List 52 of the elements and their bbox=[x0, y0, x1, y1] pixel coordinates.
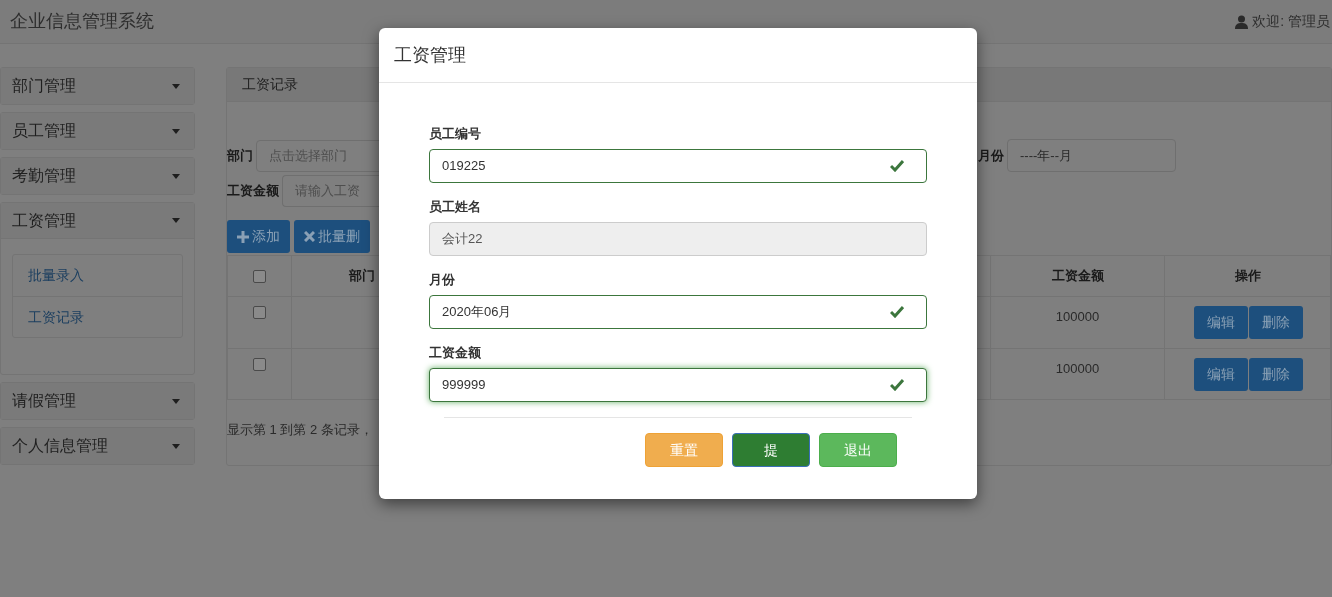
filter-field[interactable]: ----年--月 bbox=[1007, 139, 1176, 172]
sidebar-item[interactable]: 工资管理 bbox=[1, 203, 194, 239]
submenu-item[interactable]: 批量录入 bbox=[13, 255, 182, 296]
checkbox[interactable] bbox=[253, 358, 266, 371]
user-icon bbox=[1235, 14, 1249, 29]
column-header: 操作 bbox=[1234, 267, 1261, 286]
caret-icon bbox=[172, 218, 180, 223]
caret-icon bbox=[172, 83, 180, 89]
check-icon bbox=[890, 306, 904, 318]
checkbox[interactable] bbox=[253, 269, 266, 283]
app-title: 企业信息管理系统 bbox=[10, 10, 154, 33]
checkbox[interactable] bbox=[253, 306, 266, 319]
caret-icon bbox=[172, 173, 180, 179]
edit-button[interactable]: 编辑 bbox=[1193, 306, 1248, 339]
field-label: 月份 bbox=[429, 271, 456, 289]
caret-icon bbox=[172, 398, 180, 404]
sidebar-item[interactable]: 请假管理 bbox=[1, 383, 194, 419]
column-header: 工资金额 bbox=[1051, 267, 1104, 286]
edit-button[interactable]: 编辑 bbox=[1193, 358, 1248, 391]
welcome-text: 欢迎: 管理员 bbox=[1252, 12, 1330, 31]
reset-button[interactable]: 重置 bbox=[645, 433, 723, 467]
sidebar-item[interactable]: 考勤管理 bbox=[1, 158, 194, 194]
delete-button[interactable]: 删除 bbox=[1248, 306, 1303, 339]
column-header: 部门 bbox=[349, 267, 375, 286]
caret-icon bbox=[172, 443, 180, 449]
submenu-item[interactable]: 工资记录 bbox=[13, 296, 182, 337]
filter-label: 部门 bbox=[227, 146, 253, 165]
pagination-info: 显示第 1 到第 2 条记录， bbox=[227, 422, 373, 437]
panel-title: 工资记录 bbox=[242, 75, 298, 94]
table-cell-text: 100000 bbox=[1055, 308, 1100, 326]
input-field[interactable]: 999999 bbox=[429, 368, 927, 402]
modal-title: 工资管理 bbox=[394, 43, 466, 67]
sidebar-item[interactable]: 个人信息管理 bbox=[1, 428, 194, 464]
input-field[interactable]: 2020年06月 bbox=[429, 295, 927, 329]
filter-label: 工资金额 bbox=[227, 182, 279, 201]
filter-label: 月份 bbox=[978, 146, 1004, 165]
batch-delete-button[interactable]: 批量删 bbox=[294, 220, 370, 253]
field-label: 员工姓名 bbox=[429, 198, 482, 216]
table-cell-text: 100000 bbox=[1055, 360, 1100, 378]
add-button[interactable]: 添加 bbox=[227, 220, 290, 253]
caret-icon bbox=[172, 128, 180, 134]
input-field[interactable]: 019225 bbox=[429, 149, 927, 183]
delete-button[interactable]: 删除 bbox=[1248, 358, 1303, 391]
close-icon bbox=[304, 231, 315, 242]
check-icon bbox=[890, 160, 904, 172]
exit-button[interactable]: 退出 bbox=[819, 433, 897, 467]
plus-icon bbox=[237, 230, 249, 243]
check-icon bbox=[890, 379, 904, 391]
sidebar-item[interactable]: 员工管理 bbox=[1, 113, 194, 149]
field-label: 工资金额 bbox=[429, 344, 482, 362]
sidebar-item[interactable]: 部门管理 bbox=[1, 68, 194, 104]
submit-button[interactable]: 提 bbox=[732, 433, 810, 467]
